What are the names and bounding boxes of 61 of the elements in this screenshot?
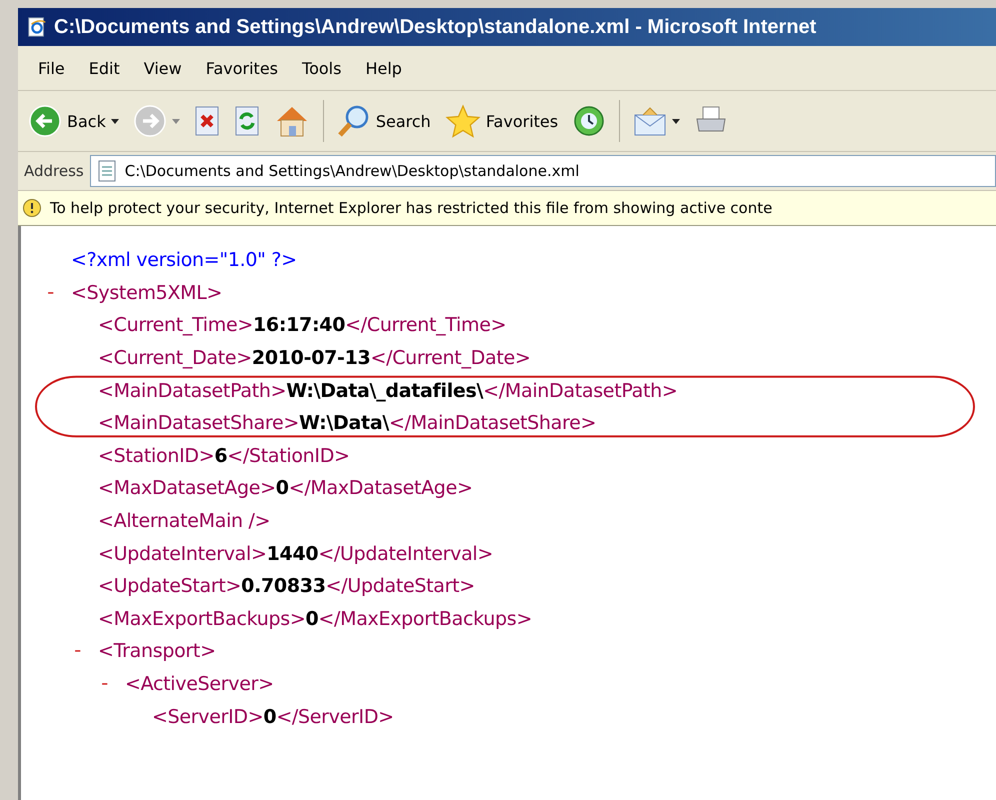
xml-open-tag: <MainDatasetPath> xyxy=(98,380,286,402)
xml-close-tag: </StationID> xyxy=(227,444,350,467)
collapse-toggle[interactable]: - xyxy=(72,640,84,662)
xml-close-tag: </MainDatasetShare> xyxy=(388,412,596,434)
menu-item[interactable]: View xyxy=(132,54,194,82)
menu-item[interactable]: Help xyxy=(353,54,414,82)
xml-page-icon xyxy=(96,160,117,182)
collapse-toggle[interactable]: - xyxy=(99,673,110,696)
dropdown-caret-icon xyxy=(172,118,180,124)
xml-open-tag: <StationID> xyxy=(98,444,214,467)
search-button[interactable]: Search xyxy=(332,102,435,140)
favorites-button[interactable]: Favorites xyxy=(440,102,562,140)
xml-value: W:\Data\_datafiles\ xyxy=(286,380,484,402)
collapse-toggle[interactable]: - xyxy=(45,282,56,304)
envelope-icon xyxy=(633,105,668,137)
xml-declaration: <?xml version="1.0" ?> xyxy=(71,249,297,272)
xml-close-tag: </ServerID> xyxy=(276,706,394,728)
address-label: Address xyxy=(24,162,84,180)
search-icon xyxy=(336,104,371,138)
xml-value: 2010-07-13 xyxy=(252,347,370,370)
browser-page-icon xyxy=(26,16,48,38)
xml-close-tag: </UpdateStart> xyxy=(326,575,475,598)
star-icon xyxy=(444,104,481,138)
xml-value: 0 xyxy=(276,477,289,500)
menu-item[interactable]: Favorites xyxy=(194,54,290,82)
window-title: C:\Documents and Settings\Andrew\Desktop\standalone.xml - Microsoft Internet xyxy=(54,16,816,38)
xml-value: 0 xyxy=(305,608,318,630)
xml-value: 0 xyxy=(263,706,276,728)
info-bar[interactable]: To help protect your security, Internet Explorer has restricted this file from showing active conte xyxy=(18,191,996,226)
address-field[interactable]: C:\Documents and Settings\Andrew\Desktop\standalone.xml xyxy=(90,155,996,187)
dropdown-caret-icon xyxy=(110,118,119,124)
xml-close-tag: </Current_Date> xyxy=(370,347,530,370)
back-button[interactable]: Back xyxy=(24,102,123,140)
xml-value: 1440 xyxy=(266,542,318,565)
dropdown-caret-icon xyxy=(672,118,680,124)
xml-open-tag: <MaxExportBackups> xyxy=(98,608,306,630)
menu-item[interactable]: Edit xyxy=(76,54,132,82)
page-with-x-icon xyxy=(194,105,220,137)
menu-item[interactable]: Tools xyxy=(290,54,354,82)
xml-close-tag: </MaxDatasetAge> xyxy=(288,477,473,500)
xml-empty-tag: <AlternateMain /> xyxy=(98,510,270,532)
xml-open-tag: <MaxDatasetAge> xyxy=(98,477,276,500)
xml-open-tag: <System5XML> xyxy=(71,282,222,304)
xml-close-tag: </Current_Time> xyxy=(345,314,506,336)
refresh-icon xyxy=(234,105,260,137)
xml-open-tag: <ActiveServer> xyxy=(125,673,274,696)
xml-open-tag: <Current_Time> xyxy=(98,314,253,336)
xml-close-tag: </MaxExportBackups> xyxy=(318,608,532,630)
xml-open-tag: <UpdateInterval> xyxy=(98,542,267,565)
xml-close-tag: </UpdateInterval> xyxy=(318,542,494,565)
xml-value: W:\Data\ xyxy=(299,412,389,434)
xml-open-tag: <MainDatasetShare> xyxy=(98,412,300,434)
xml-open-tag: <UpdateStart> xyxy=(98,575,242,598)
xml-value: 0.70833 xyxy=(241,575,326,598)
xml-open-tag: <ServerID> xyxy=(152,706,264,728)
xml-open-tag: <Transport> xyxy=(98,640,216,662)
xml-open-tag: <Current_Date> xyxy=(98,347,252,370)
menu-item[interactable]: File xyxy=(26,54,77,82)
xml-close-tag: </MainDatasetPath> xyxy=(483,380,678,402)
xml-value: 16:17:40 xyxy=(253,314,346,336)
xml-value: 6 xyxy=(214,444,228,467)
